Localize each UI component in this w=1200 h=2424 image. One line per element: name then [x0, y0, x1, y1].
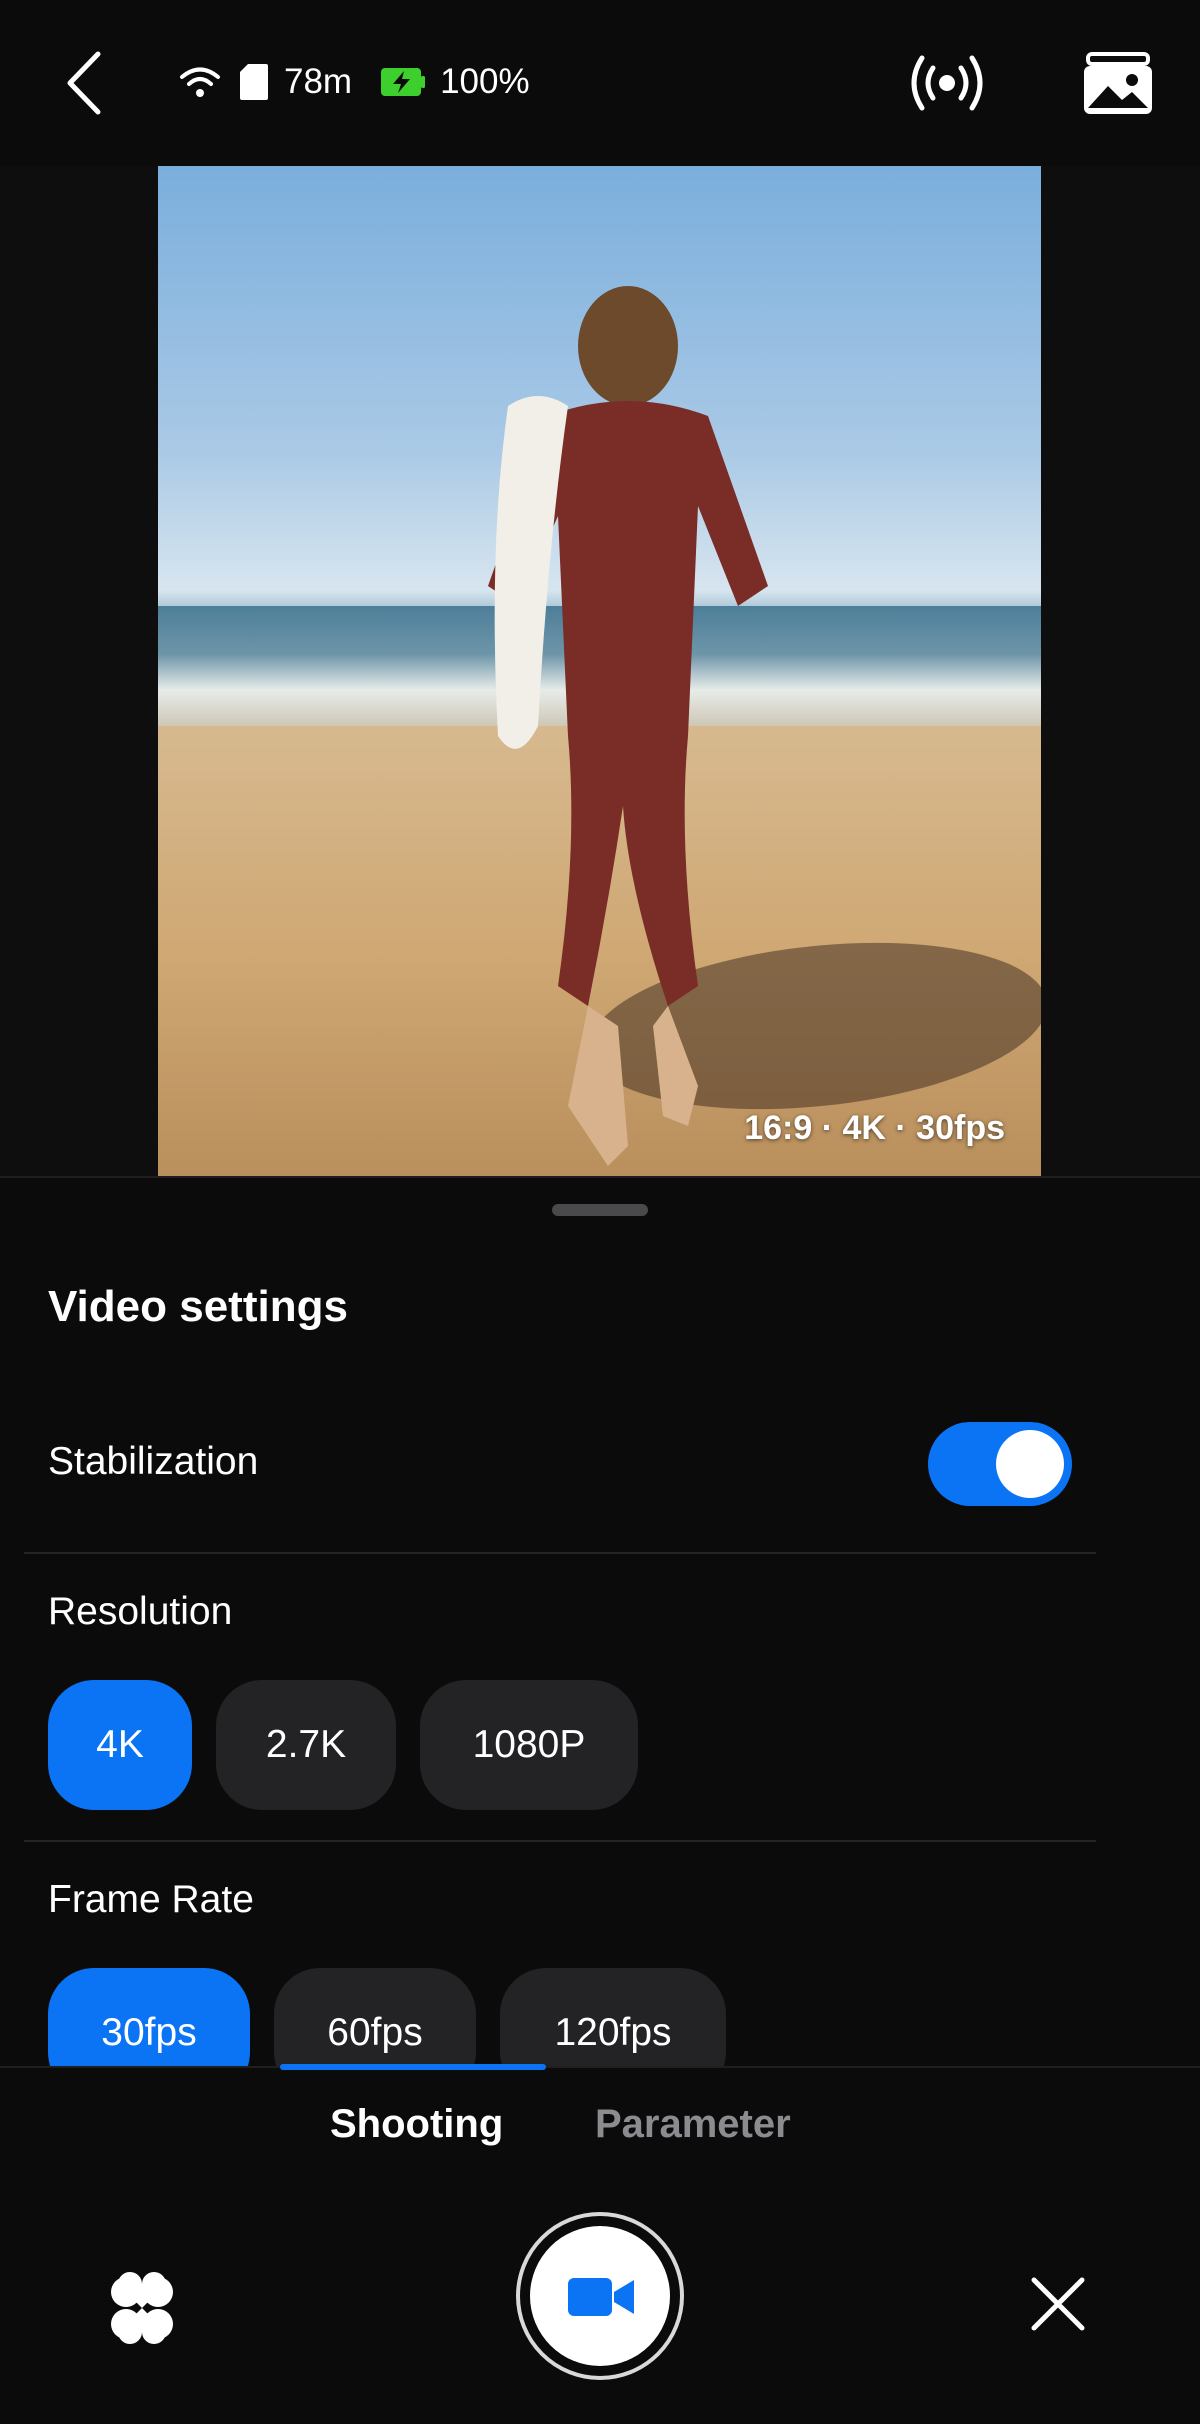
- camera-preview[interactable]: 16:9 · 4K · 30fps: [158, 166, 1041, 1176]
- frame-rate-option-30fps[interactable]: 30fps: [48, 1968, 250, 2066]
- settings-tabs: Shooting Parameter: [0, 2064, 1200, 2188]
- battery-percent: 100%: [440, 62, 530, 101]
- preview-format-overlay: 16:9 · 4K · 30fps: [744, 1109, 1005, 1147]
- active-tab-indicator: [280, 2064, 546, 2070]
- close-icon[interactable]: [1028, 2274, 1088, 2334]
- resolution-option-4k[interactable]: 4K: [48, 1680, 192, 1810]
- frame-rate-option-120fps[interactable]: 120fps: [500, 1968, 726, 2066]
- preview-surfer-figure: [488, 286, 768, 1166]
- frame-rate-options: 30fps 60fps 120fps: [48, 1968, 726, 2066]
- storage-remaining: 78m: [284, 62, 353, 101]
- frame-rate-option-60fps[interactable]: 60fps: [274, 1968, 476, 2066]
- shooting-modes-icon[interactable]: [106, 2272, 178, 2344]
- video-camera-icon: [568, 2278, 634, 2316]
- live-broadcast-icon[interactable]: [908, 50, 986, 116]
- sheet-title: Video settings: [48, 1282, 348, 1331]
- battery-charging-icon: [381, 68, 426, 96]
- back-arrow-icon[interactable]: [52, 44, 124, 122]
- sheet-drag-handle[interactable]: [552, 1204, 648, 1216]
- stabilization-label: Stabilization: [48, 1440, 259, 1483]
- sd-card-icon: [240, 64, 268, 100]
- resolution-options: 4K 2.7K 1080P: [48, 1680, 638, 1810]
- tab-shooting[interactable]: Shooting: [330, 2102, 503, 2147]
- resolution-option-1080p[interactable]: 1080P: [420, 1680, 638, 1810]
- divider: [24, 1840, 1096, 1842]
- tab-parameter[interactable]: Parameter: [595, 2102, 791, 2147]
- frame-rate-label: Frame Rate: [48, 1878, 254, 1921]
- resolution-option-2-7k[interactable]: 2.7K: [216, 1680, 396, 1810]
- wifi-icon: [180, 67, 220, 97]
- video-settings-sheet: Video settings Stabilization Resolution …: [0, 1176, 1200, 2068]
- gallery-icon[interactable]: [1082, 50, 1154, 116]
- camera-status: 78m 100%: [178, 56, 542, 108]
- top-bar: 78m 100%: [0, 0, 1200, 166]
- stabilization-toggle[interactable]: [928, 1422, 1072, 1506]
- preview-area: 16:9 · 4K · 30fps: [0, 166, 1200, 1176]
- resolution-label: Resolution: [48, 1590, 233, 1633]
- toggle-knob: [996, 1430, 1064, 1498]
- divider: [24, 1552, 1096, 1554]
- bottom-controls: [0, 2186, 1200, 2424]
